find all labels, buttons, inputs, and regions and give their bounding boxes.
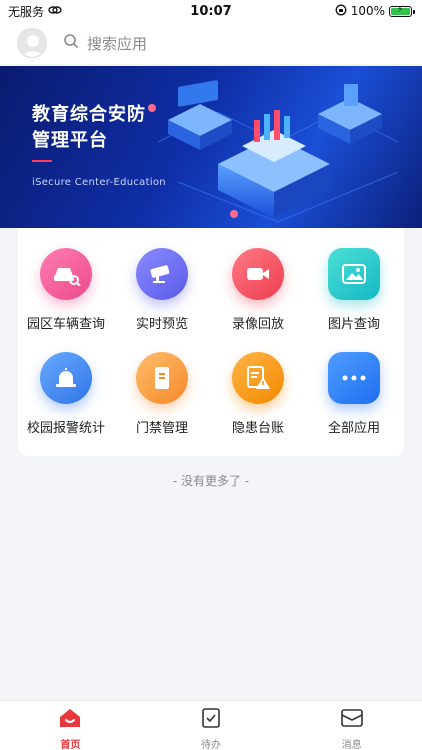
app-label: 全部应用 bbox=[327, 421, 380, 436]
app-label: 校园报警统计 bbox=[26, 421, 105, 436]
door-icon bbox=[136, 352, 188, 404]
tab-label: 消息 bbox=[341, 740, 362, 750]
banner-title: 教育综合安防管理平台 bbox=[32, 104, 146, 151]
car-search-icon bbox=[40, 248, 92, 300]
banner-divider bbox=[32, 160, 52, 162]
todo-icon bbox=[201, 707, 221, 733]
alarm-icon bbox=[40, 352, 92, 404]
app-live-preview[interactable]: 实时预览 bbox=[114, 248, 210, 348]
link-icon bbox=[48, 4, 62, 18]
orientation-lock-icon bbox=[335, 4, 347, 19]
app-all-apps[interactable]: 全部应用 bbox=[306, 352, 402, 452]
carrier-text: 无服务 bbox=[8, 4, 45, 19]
search-placeholder: 搜索应用 bbox=[87, 34, 148, 53]
video-icon bbox=[232, 248, 284, 300]
app-hazard-ledger[interactable]: 隐患台账 bbox=[210, 352, 306, 452]
header: 搜索应用 bbox=[0, 22, 422, 64]
app-vehicle-query[interactable]: 园区车辆查询 bbox=[18, 248, 114, 348]
more-icon bbox=[328, 352, 380, 404]
home-icon bbox=[58, 707, 82, 733]
hazard-ledger-icon bbox=[232, 352, 284, 404]
tab-todo[interactable]: 待办 bbox=[141, 701, 282, 750]
app-label: 实时预览 bbox=[135, 317, 188, 332]
search-bar[interactable]: 搜索应用 bbox=[63, 33, 147, 54]
status-bar: 无服务 10:07 100% ⚡ bbox=[0, 0, 422, 22]
message-icon bbox=[340, 707, 364, 733]
banner[interactable]: 教育综合安防管理平台 iSecure Center-Education bbox=[0, 66, 422, 228]
app-alarm-stats[interactable]: 校园报警统计 bbox=[18, 352, 114, 452]
tab-home[interactable]: 首页 bbox=[0, 701, 141, 750]
tab-bar: 首页 待办 消息 bbox=[0, 700, 422, 750]
banner-illustration bbox=[148, 80, 399, 223]
app-label: 门禁管理 bbox=[135, 421, 188, 436]
app-label: 隐患台账 bbox=[231, 421, 284, 436]
battery-percent: 100% bbox=[350, 4, 385, 18]
app-image-query[interactable]: 图片查询 bbox=[306, 248, 402, 348]
tab-label: 首页 bbox=[60, 740, 81, 750]
status-left: 无服务 bbox=[8, 3, 62, 20]
status-right: 100% ⚡ bbox=[335, 4, 415, 19]
app-label: 园区车辆查询 bbox=[26, 317, 105, 332]
app-grid: 园区车辆查询 实时预览 录像回放 图片查询 校园报警统计 门禁管理 隐患台账 全… bbox=[18, 228, 404, 456]
image-icon bbox=[328, 248, 380, 300]
avatar[interactable] bbox=[17, 28, 47, 58]
camera-icon bbox=[136, 248, 188, 300]
app-label: 图片查询 bbox=[327, 317, 380, 332]
app-label: 录像回放 bbox=[231, 317, 284, 332]
no-more-text: - 没有更多了 - bbox=[172, 474, 250, 488]
battery-icon: ⚡ bbox=[389, 5, 415, 17]
tab-label: 待办 bbox=[201, 740, 221, 750]
search-icon bbox=[63, 33, 79, 53]
tab-messages[interactable]: 消息 bbox=[281, 701, 422, 750]
app-video-playback[interactable]: 录像回放 bbox=[210, 248, 306, 348]
app-access-control[interactable]: 门禁管理 bbox=[114, 352, 210, 452]
